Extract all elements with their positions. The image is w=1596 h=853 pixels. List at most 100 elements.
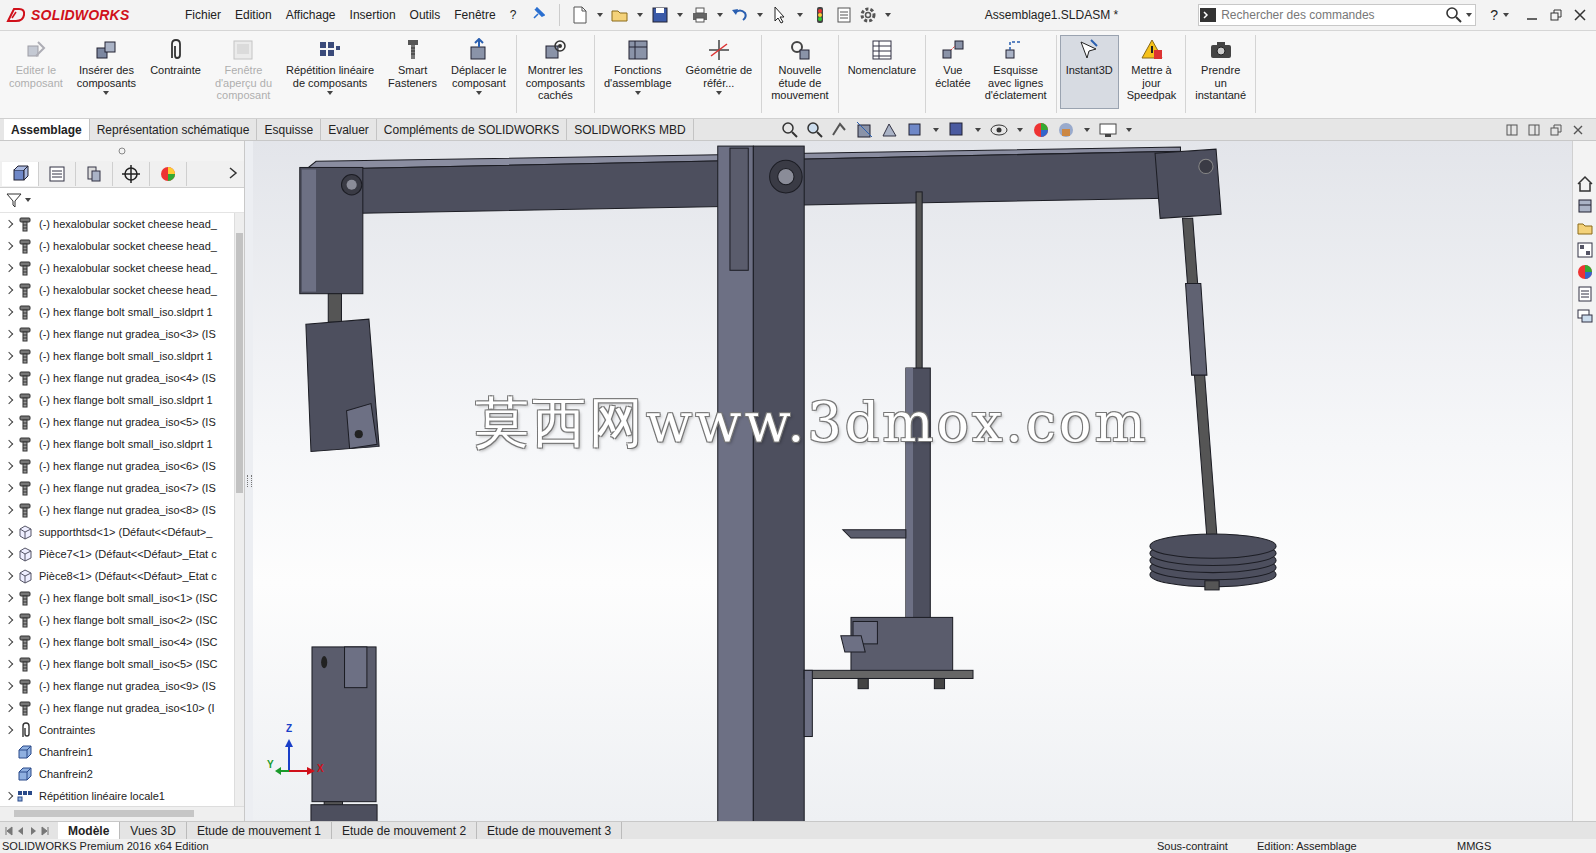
- tile-left-icon[interactable]: [1506, 124, 1518, 136]
- ribbon-button[interactable]: Instant3D: [1060, 35, 1119, 109]
- edit-appearance-icon[interactable]: [1031, 120, 1051, 140]
- tree-item[interactable]: (-) hex flange bolt small_iso.sldprt 1: [0, 301, 234, 323]
- panel-tab[interactable]: [76, 162, 113, 186]
- previous-view-icon[interactable]: [830, 120, 850, 140]
- tree-item[interactable]: (-) hex flange bolt small_iso.sldprt 1: [0, 433, 234, 455]
- expand-arrow-icon[interactable]: [4, 323, 14, 345]
- expand-arrow-icon[interactable]: [4, 257, 14, 279]
- ribbon-button[interactable]: Déplacer le composant: [445, 35, 513, 109]
- dropdown-arrow-icon[interactable]: [1503, 13, 1509, 17]
- expand-arrow-icon[interactable]: [4, 301, 14, 323]
- dropdown-arrow-icon[interactable]: [933, 128, 939, 132]
- section-view-icon[interactable]: [855, 120, 875, 140]
- expand-arrow-icon[interactable]: [4, 477, 14, 499]
- ribbon-button[interactable]: Esquisse avec lignes d'éclatement: [979, 35, 1053, 109]
- ribbon-button[interactable]: Editer le composant: [3, 35, 69, 109]
- view-orientation-icon[interactable]: [905, 120, 925, 140]
- expand-arrow-icon[interactable]: [4, 697, 14, 719]
- command-tab[interactable]: Esquisse: [257, 119, 321, 140]
- menu-item[interactable]: Fenêtre: [447, 8, 502, 22]
- expand-arrow-icon[interactable]: [4, 433, 14, 455]
- scroll-last-icon[interactable]: [40, 826, 50, 836]
- tree-item[interactable]: (-) hex flange nut gradea_iso<10> (I: [0, 697, 234, 719]
- bottom-tab[interactable]: Etude de mouvement 3: [477, 822, 622, 839]
- vertical-scrollbar[interactable]: [234, 213, 244, 806]
- ribbon-button[interactable]: Nouvelle étude de mouvement: [765, 35, 834, 109]
- file-explorer-icon[interactable]: [1576, 219, 1594, 237]
- pin-icon[interactable]: [531, 7, 545, 21]
- zoom-fit-icon[interactable]: [780, 120, 800, 140]
- expand-arrow-icon[interactable]: [4, 609, 14, 631]
- ribbon-button[interactable]: Prendre un instantané: [1189, 35, 1252, 109]
- expand-arrow-icon[interactable]: [4, 235, 14, 257]
- apply-scene-icon[interactable]: [1056, 120, 1076, 140]
- tree-item[interactable]: (-) hexalobular socket cheese head_: [0, 257, 234, 279]
- dynamic-annotation-icon[interactable]: [880, 120, 900, 140]
- undo-icon[interactable]: [730, 5, 750, 25]
- expand-arrow-icon[interactable]: [4, 631, 14, 653]
- dropdown-arrow-icon[interactable]: [975, 128, 981, 132]
- dropdown-arrow-icon[interactable]: [677, 13, 683, 17]
- dropdown-arrow-icon[interactable]: [1466, 13, 1472, 17]
- dropdown-arrow-icon[interactable]: [757, 13, 763, 17]
- tree-item[interactable]: (-) hexalobular socket cheese head_: [0, 279, 234, 301]
- dropdown-arrow-icon[interactable]: [1017, 128, 1023, 132]
- bottom-tab[interactable]: Etude de mouvement 1: [187, 822, 332, 839]
- dropdown-arrow-icon[interactable]: [25, 198, 31, 202]
- home-icon[interactable]: [1576, 175, 1594, 193]
- dropdown-arrow-icon[interactable]: [597, 13, 603, 17]
- options-gear-icon[interactable]: [858, 5, 878, 25]
- expand-arrow-icon[interactable]: [4, 411, 14, 433]
- display-style-icon[interactable]: [947, 120, 967, 140]
- ribbon-button[interactable]: Fonctions d'assemblage: [598, 35, 678, 109]
- tree-item[interactable]: (-) hex flange nut gradea_iso<6> (IS: [0, 455, 234, 477]
- tree-item[interactable]: (-) hex flange nut gradea_iso<3> (IS: [0, 323, 234, 345]
- menu-item[interactable]: Outils: [403, 8, 448, 22]
- panel-tab[interactable]: [2, 162, 39, 186]
- panel-splitter[interactable]: [245, 141, 253, 821]
- tree-item[interactable]: (-) hex flange nut gradea_iso<9> (IS: [0, 675, 234, 697]
- ribbon-button[interactable]: Mettre à jour Speedpak: [1121, 35, 1183, 109]
- hide-show-icon[interactable]: [989, 120, 1009, 140]
- magnifier-icon[interactable]: [1445, 6, 1463, 24]
- expand-arrow-icon[interactable]: [4, 521, 14, 543]
- restore-view-icon[interactable]: [1550, 124, 1562, 136]
- appearances-icon[interactable]: [1576, 263, 1594, 281]
- expand-arrow-icon[interactable]: [4, 279, 14, 301]
- command-tab[interactable]: Evaluer: [321, 119, 377, 140]
- expand-arrow-icon[interactable]: [4, 565, 14, 587]
- expand-arrow-icon[interactable]: [4, 455, 14, 477]
- tree-item[interactable]: Chanfrein2: [0, 763, 234, 785]
- dropdown-arrow-icon[interactable]: [635, 91, 641, 95]
- tree-item[interactable]: Chanfrein1: [0, 741, 234, 763]
- menu-item[interactable]: Insertion: [343, 8, 403, 22]
- panel-tab[interactable]: [39, 162, 76, 186]
- tree-item[interactable]: (-) hex flange bolt small_iso<2> (ISC: [0, 609, 234, 631]
- ribbon-button[interactable]: Smart Fasteners: [382, 35, 443, 109]
- tree-item[interactable]: (-) hex flange bolt small_iso<1> (ISC: [0, 587, 234, 609]
- tree-item[interactable]: (-) hex flange bolt small_iso.sldprt 1: [0, 345, 234, 367]
- view-settings-icon[interactable]: [1098, 120, 1118, 140]
- ribbon-button[interactable]: Insérer des composants: [71, 35, 142, 109]
- zoom-area-icon[interactable]: [805, 120, 825, 140]
- bottom-tab[interactable]: Vues 3D: [120, 822, 187, 839]
- file-properties-icon[interactable]: [834, 5, 854, 25]
- tree-item[interactable]: Contraintes: [0, 719, 234, 741]
- scroll-previous-icon[interactable]: [16, 826, 26, 836]
- panel-tab[interactable]: [150, 162, 187, 186]
- expand-arrow-icon[interactable]: [4, 213, 14, 235]
- command-tab[interactable]: Compléments de SOLIDWORKS: [377, 119, 567, 140]
- rebuild-icon[interactable]: [810, 5, 830, 25]
- expand-arrow-icon[interactable]: [4, 653, 14, 675]
- bottom-tab[interactable]: Modèle: [58, 822, 120, 839]
- tree-item[interactable]: (-) hex flange nut gradea_iso<5> (IS: [0, 411, 234, 433]
- expand-arrow-icon[interactable]: [4, 499, 14, 521]
- forum-icon[interactable]: [1576, 307, 1594, 325]
- dropdown-arrow-icon[interactable]: [637, 13, 643, 17]
- command-tab[interactable]: Assemblage: [4, 119, 90, 140]
- custom-properties-icon[interactable]: [1576, 285, 1594, 303]
- tree-item[interactable]: (-) hex flange bolt small_iso<4> (ISC: [0, 631, 234, 653]
- filter-icon[interactable]: [6, 192, 22, 208]
- expand-arrow-icon[interactable]: [4, 675, 14, 697]
- search-input[interactable]: [1217, 8, 1445, 22]
